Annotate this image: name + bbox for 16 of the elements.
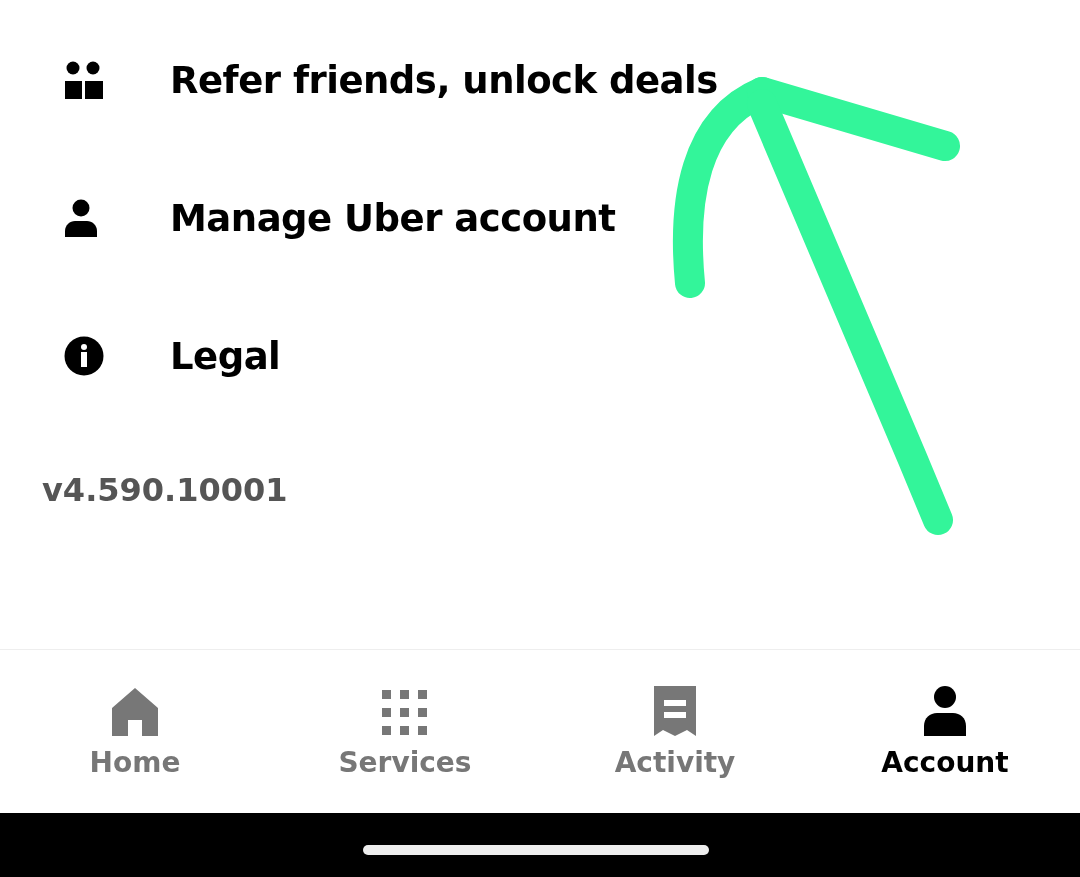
menu-item[interactable]: Legal bbox=[170, 334, 281, 378]
home-icon bbox=[112, 688, 158, 736]
nav-tab[interactable]: Account bbox=[810, 650, 1080, 813]
person-icon bbox=[64, 199, 98, 237]
home-indicator[interactable] bbox=[363, 845, 709, 855]
nav-tab[interactable]: Services bbox=[270, 650, 540, 813]
people-icon bbox=[64, 61, 104, 99]
receipt-icon bbox=[654, 686, 696, 736]
version-text: v4.590.10001 bbox=[42, 471, 288, 509]
grid-icon bbox=[382, 690, 428, 736]
nav-tab[interactable]: Home bbox=[0, 650, 270, 813]
nav-tab[interactable]: Activity bbox=[540, 650, 810, 813]
info-icon bbox=[64, 336, 104, 376]
menu-item[interactable]: Refer friends, unlock deals bbox=[170, 58, 718, 102]
person-icon bbox=[924, 686, 966, 736]
menu-item[interactable]: Manage Uber account bbox=[170, 196, 616, 240]
